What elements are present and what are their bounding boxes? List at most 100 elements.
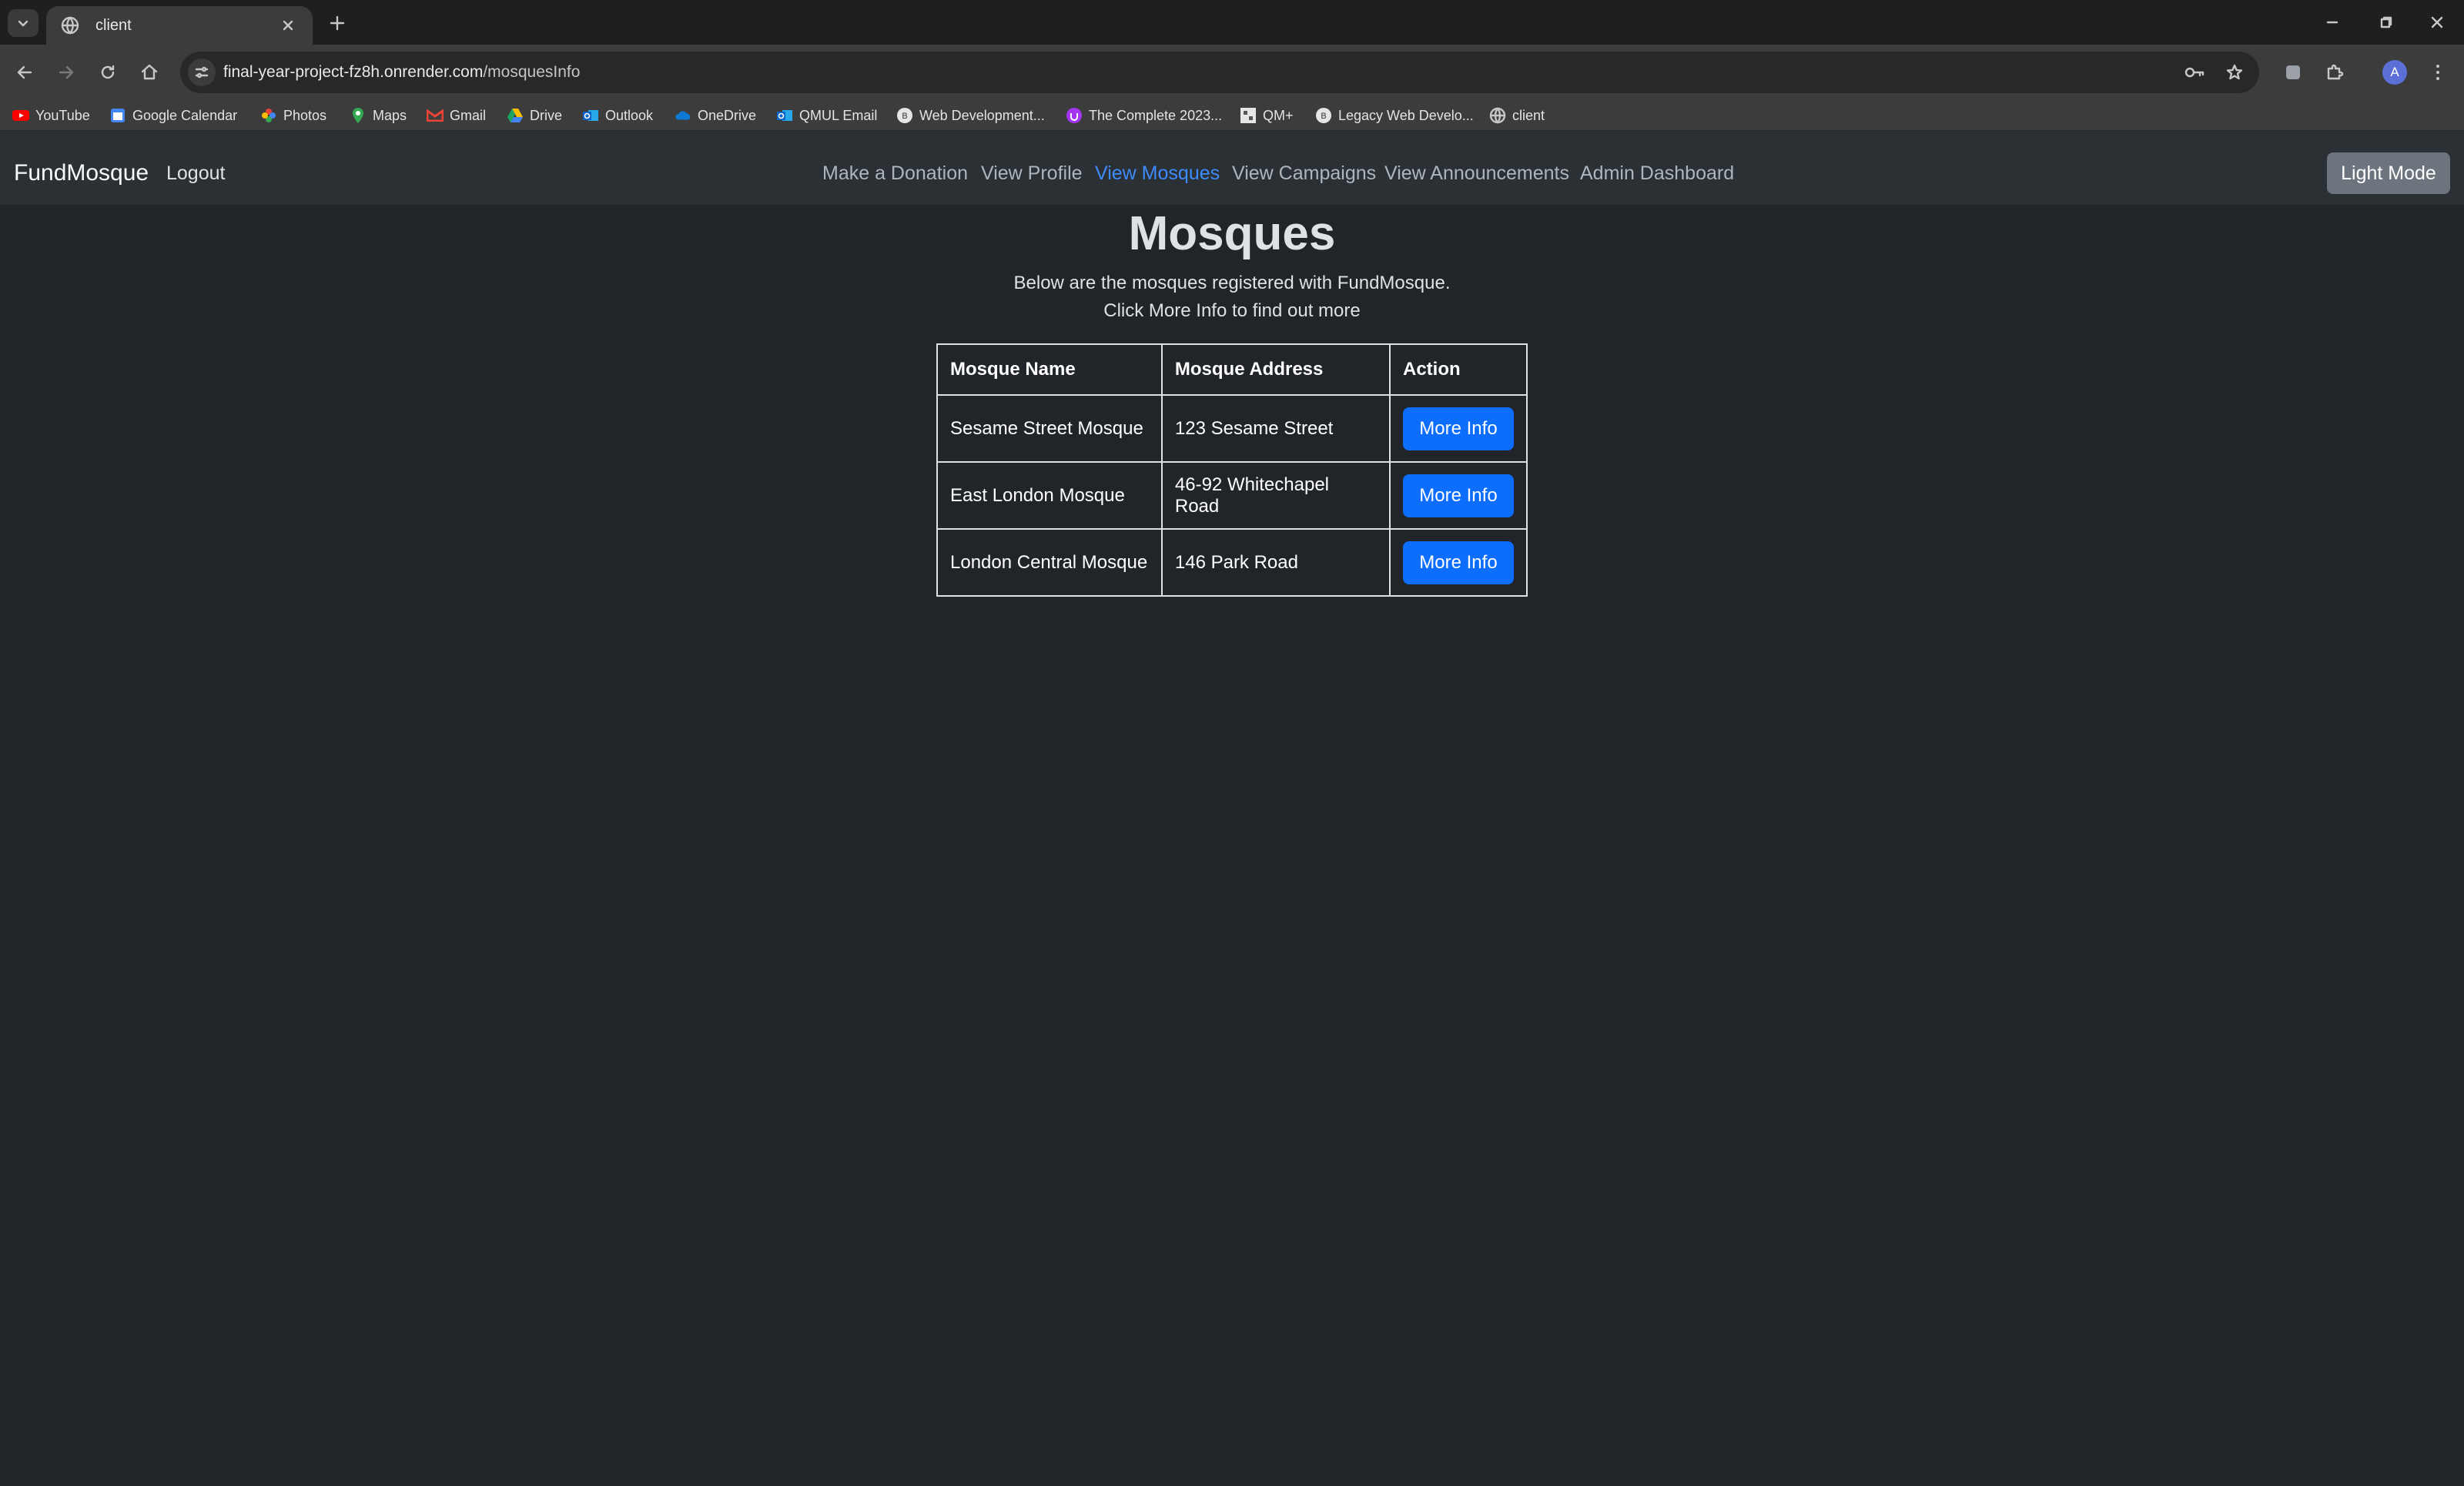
nav-link-view-announcements[interactable]: View Announcements: [1384, 131, 1569, 216]
logout-link[interactable]: Logout: [166, 131, 225, 216]
tune-icon: [195, 66, 209, 79]
globe-icon: [1489, 107, 1506, 124]
nav-link-view-campaigns[interactable]: View Campaigns: [1232, 131, 1376, 216]
bookmark-photos[interactable]: Photos: [260, 100, 326, 131]
bookmark-star-button[interactable]: [2219, 59, 2250, 86]
course-icon: B: [1315, 107, 1332, 124]
bookmark-legacy-web-develo[interactable]: B Legacy Web Develo...: [1315, 100, 1474, 131]
bookmark-label: client: [1512, 107, 1545, 123]
mosque-address-cell: 146 Park Road: [1160, 528, 1391, 597]
light-mode-toggle-button[interactable]: Light Mode: [2327, 152, 2450, 194]
maps-icon: [350, 107, 367, 124]
nav-link-view-mosques[interactable]: View Mosques: [1095, 131, 1220, 216]
url-text[interactable]: final-year-project-fz8h.onrender.com/mos…: [223, 52, 580, 93]
address-bar[interactable]: final-year-project-fz8h.onrender.com/mos…: [180, 52, 2259, 93]
bookmark-qmul-email[interactable]: QMUL Email: [776, 100, 877, 131]
bookmark-onedrive[interactable]: OneDrive: [675, 100, 756, 131]
url-host: final-year-project-fz8h.onrender.com: [223, 63, 484, 81]
bookmark-client[interactable]: client: [1489, 100, 1545, 131]
mosque-name-cell: London Central Mosque: [936, 528, 1163, 597]
restore-window-button[interactable]: [2359, 6, 2413, 38]
column-header-action: Action: [1388, 343, 1528, 396]
extension-button[interactable]: [2278, 57, 2308, 88]
extensions-menu-button[interactable]: [2319, 57, 2350, 88]
table-row: London Central Mosque 146 Park Road More…: [936, 528, 1528, 597]
nav-link-admin-dashboard[interactable]: Admin Dashboard: [1580, 131, 1734, 216]
mosque-address-cell: 46-92 Whitechapel Road: [1160, 461, 1391, 530]
bookmark-label: Photos: [283, 107, 327, 123]
svg-text:B: B: [1321, 112, 1326, 121]
browser-menu-button[interactable]: [2422, 57, 2453, 88]
more-info-button[interactable]: More Info: [1402, 541, 1514, 584]
bookmark-complete-2023[interactable]: The Complete 2023...: [1066, 100, 1222, 131]
bookmark-drive[interactable]: Drive: [507, 100, 562, 131]
bookmark-maps[interactable]: Maps: [350, 100, 407, 131]
onedrive-icon: [675, 107, 691, 124]
column-header-mosque-name: Mosque Name: [936, 343, 1163, 396]
outlook-icon: [776, 107, 793, 124]
mosque-address-cell: 123 Sesame Street: [1160, 394, 1391, 463]
bookmark-outlook[interactable]: Outlook: [582, 100, 653, 131]
bookmark-web-development[interactable]: B Web Development...: [896, 100, 1045, 131]
forward-button[interactable]: [51, 57, 82, 88]
close-window-button[interactable]: [2410, 6, 2464, 38]
gmail-icon: [427, 107, 444, 124]
youtube-icon: [12, 107, 29, 124]
globe-icon: [61, 16, 79, 35]
arrow-left-icon: [17, 65, 32, 79]
chevron-down-icon: [18, 20, 28, 27]
key-icon: [2184, 67, 2205, 78]
browser-tab-active[interactable]: client: [46, 6, 313, 45]
page-subtitle-line-1: Below are the mosques registered with Fu…: [1013, 273, 1451, 293]
reload-button[interactable]: [92, 57, 123, 88]
plus-icon: [330, 15, 345, 31]
profile-avatar[interactable]: A: [2382, 60, 2407, 85]
new-tab-button[interactable]: [323, 9, 351, 37]
bookmark-label: Web Development...: [919, 107, 1045, 123]
more-info-button[interactable]: More Info: [1402, 474, 1514, 517]
photos-icon: [260, 107, 277, 124]
bookmark-label: Gmail: [450, 107, 487, 123]
bookmark-youtube[interactable]: YouTube: [12, 100, 90, 131]
minimize-icon: [2326, 21, 2338, 24]
home-button[interactable]: [134, 57, 165, 88]
minimize-window-button[interactable]: [2305, 6, 2359, 38]
nav-link-make-donation[interactable]: Make a Donation: [822, 131, 968, 216]
table-header-row: Mosque Name Mosque Address Action: [936, 343, 1528, 396]
browser-toolbar: final-year-project-fz8h.onrender.com/mos…: [0, 45, 2464, 100]
site-info-button[interactable]: [188, 59, 216, 86]
qm-icon: [1240, 107, 1257, 124]
back-button[interactable]: [9, 57, 40, 88]
udemy-icon: [1066, 107, 1083, 124]
bookmark-label: Legacy Web Develo...: [1338, 107, 1474, 123]
close-tab-icon[interactable]: [277, 15, 299, 36]
nav-link-view-profile[interactable]: View Profile: [981, 131, 1083, 216]
page-title: Mosques: [1128, 207, 1336, 260]
table-row: Sesame Street Mosque 123 Sesame Street M…: [936, 394, 1528, 463]
bookmark-gmail[interactable]: Gmail: [427, 100, 486, 131]
bookmark-label: QMUL Email: [799, 107, 878, 123]
kebab-menu-icon: [2436, 65, 2439, 80]
star-icon: [2226, 64, 2243, 80]
bookmark-google-calendar[interactable]: Google Calendar: [109, 100, 237, 131]
bookmarks-bar: YouTube Google Calendar Photos Maps Gmai…: [0, 100, 2464, 131]
extension-app-icon: [2286, 65, 2300, 79]
action-cell: More Info: [1388, 394, 1528, 463]
close-icon: [2431, 16, 2443, 28]
home-icon: [141, 64, 158, 80]
password-key-button[interactable]: [2179, 59, 2210, 86]
browser-tab-bar: client: [0, 0, 2464, 45]
tab-title: client: [95, 16, 132, 34]
bookmark-label: Google Calendar: [132, 107, 238, 123]
mosque-name-cell: East London Mosque: [936, 461, 1163, 530]
tab-search-button[interactable]: [8, 9, 38, 37]
arrow-right-icon: [59, 65, 74, 79]
column-header-mosque-address: Mosque Address: [1160, 343, 1391, 396]
bookmark-label: YouTube: [35, 107, 90, 123]
bookmark-label: Maps: [373, 107, 407, 123]
reload-icon: [101, 65, 115, 79]
more-info-button[interactable]: More Info: [1402, 407, 1514, 450]
bookmark-qm-plus[interactable]: QM+: [1240, 100, 1294, 131]
site-navbar: FundMosque Logout Make a Donation View P…: [0, 131, 2464, 205]
brand-logo-text[interactable]: FundMosque: [14, 131, 149, 216]
